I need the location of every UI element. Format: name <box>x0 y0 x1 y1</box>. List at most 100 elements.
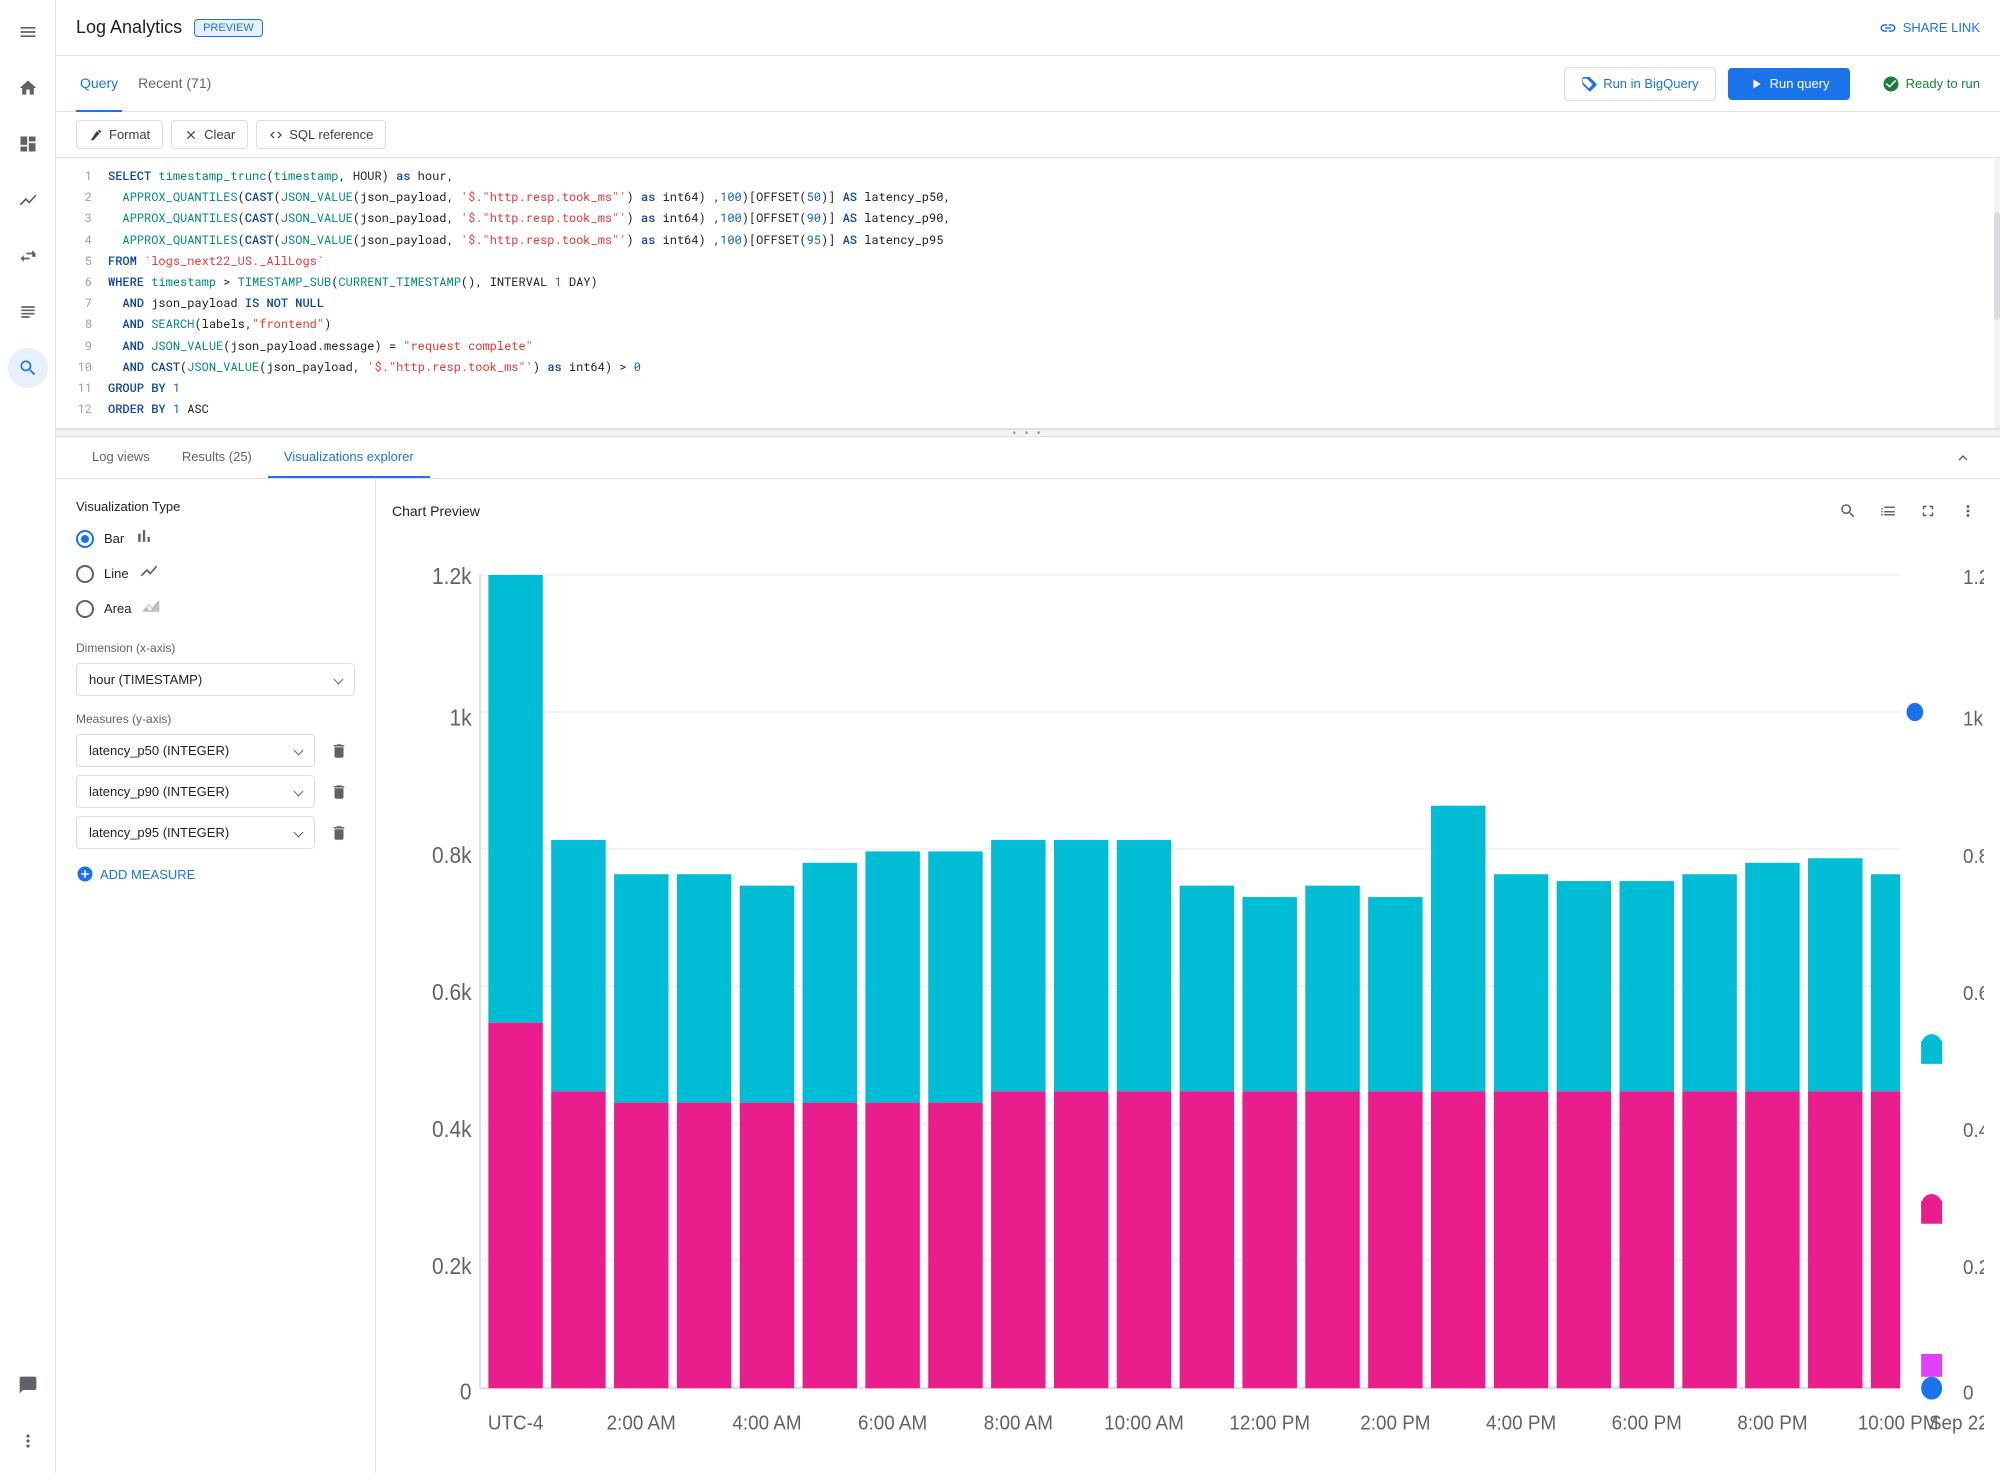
sidebar-icon-logs[interactable] <box>8 292 48 332</box>
bigquery-icon <box>1581 76 1597 92</box>
measure-1-dropdown[interactable]: latency_p90 (INTEGER) <box>76 775 315 808</box>
tab-log-views[interactable]: Log views <box>76 437 166 478</box>
measure-2-chevron-icon <box>294 828 304 838</box>
svg-text:10:00 PM: 10:00 PM <box>1858 1412 1939 1435</box>
format-icon <box>89 128 103 142</box>
radio-line-circle <box>76 565 94 583</box>
svg-text:8:00 AM: 8:00 AM <box>984 1412 1053 1435</box>
query-editor[interactable]: 1 SELECT timestamp_trunc(timestamp, HOUR… <box>56 158 2000 429</box>
panel-tabs: Log views Results (25) Visualizations ex… <box>56 437 2000 479</box>
measure-0-dropdown[interactable]: latency_p50 (INTEGER) <box>76 734 315 767</box>
dimension-chevron-icon <box>334 675 344 685</box>
measure-2-delete-button[interactable] <box>323 817 355 849</box>
svg-text:1k: 1k <box>1963 708 1983 731</box>
bottom-panel: Log views Results (25) Visualizations ex… <box>56 437 2000 1473</box>
viz-type-title: Visualization Type <box>76 499 355 514</box>
svg-text:1k: 1k <box>449 705 471 731</box>
line-chart-icon <box>139 561 159 586</box>
svg-text:12:00 PM: 12:00 PM <box>1229 1412 1310 1435</box>
code-line-7: 7 AND json_payload IS NOT NULL <box>56 293 2000 314</box>
sidebar-icon-settings[interactable] <box>8 1421 48 1461</box>
svg-text:10:00 AM: 10:00 AM <box>1104 1412 1184 1435</box>
radio-area-label: Area <box>104 601 131 616</box>
svg-text:0.4k: 0.4k <box>432 1116 472 1142</box>
measure-1-delete-button[interactable] <box>323 776 355 808</box>
svg-text:UTC-4: UTC-4 <box>488 1412 544 1435</box>
app-title: Log Analytics <box>76 17 182 38</box>
more-options-button[interactable] <box>1952 495 1984 527</box>
svg-text:0: 0 <box>460 1379 472 1405</box>
dimension-dropdown[interactable]: hour (TIMESTAMP) <box>76 663 355 696</box>
zoom-button[interactable] <box>1832 495 1864 527</box>
tab-results[interactable]: Results (25) <box>166 437 268 478</box>
area-chart-icon <box>141 596 161 621</box>
delete-icon <box>330 824 348 842</box>
measure-row-1: latency_p90 (INTEGER) <box>76 775 355 808</box>
panel-expand-button[interactable] <box>1946 437 1980 478</box>
bar-chart-svg: 1.2k 1k 0.8k 0.6k 0.4k 0.2k 0 <box>392 543 1984 1457</box>
delete-icon <box>330 742 348 760</box>
share-link-label: SHARE LINK <box>1903 20 1980 35</box>
header: Log Analytics PREVIEW SHARE LINK <box>56 0 2000 56</box>
radio-bar-circle <box>76 530 94 548</box>
svg-text:1.2k: 1.2k <box>1963 567 1984 590</box>
chart-header: Chart Preview <box>392 495 1984 527</box>
editor-scrollbar[interactable] <box>1994 158 2000 428</box>
clear-button[interactable]: Clear <box>171 120 248 149</box>
radio-area[interactable]: Area <box>76 596 355 621</box>
status-indicator: Ready to run <box>1882 75 1980 93</box>
code-line-2: 2 APPROX_QUANTILES(CAST(JSON_VALUE(json_… <box>56 187 2000 208</box>
run-in-bigquery-button[interactable]: Run in BigQuery <box>1564 67 1715 101</box>
radio-bar-label: Bar <box>104 531 124 546</box>
sidebar-icon-chart[interactable] <box>8 180 48 220</box>
code-line-5: 5 FROM `logs_next22_US._AllLogs` <box>56 251 2000 272</box>
more-vert-icon <box>1959 502 1977 520</box>
zoom-icon <box>1839 502 1857 520</box>
svg-text:0.6k: 0.6k <box>432 979 472 1005</box>
sql-reference-button[interactable]: SQL reference <box>256 120 386 149</box>
preview-badge: PREVIEW <box>194 19 263 37</box>
add-measure-button[interactable]: ADD MEASURE <box>76 857 195 891</box>
legend-button[interactable] <box>1872 495 1904 527</box>
svg-text:0: 0 <box>1963 1382 1974 1405</box>
link-icon <box>1879 19 1897 37</box>
svg-text:Sep 22: Sep 22 <box>1929 1412 1984 1435</box>
sidebar-icon-dashboard[interactable] <box>8 124 48 164</box>
radio-area-circle <box>76 600 94 618</box>
chart-actions <box>1832 495 1984 527</box>
format-button[interactable]: Format <box>76 120 163 149</box>
measure-row-0: latency_p50 (INTEGER) <box>76 734 355 767</box>
fullscreen-button[interactable] <box>1912 495 1944 527</box>
viz-controls: Visualization Type Bar Line <box>56 479 376 1473</box>
status-text: Ready to run <box>1906 76 1980 91</box>
radio-line[interactable]: Line <box>76 561 355 586</box>
sidebar-icon-explore[interactable] <box>8 236 48 276</box>
toolbar: Query Recent (71) Run in BigQuery Run qu… <box>56 56 2000 112</box>
svg-text:0.2k: 0.2k <box>432 1253 472 1279</box>
viz-type-radio-group: Bar Line Area <box>76 526 355 621</box>
tab-recent[interactable]: Recent (71) <box>134 56 215 112</box>
chart-title: Chart Preview <box>392 503 1832 519</box>
sidebar-icon-home[interactable] <box>8 68 48 108</box>
svg-text:1.2k: 1.2k <box>432 564 472 590</box>
share-link-button[interactable]: SHARE LINK <box>1879 19 1980 37</box>
sidebar-icon-query[interactable] <box>8 348 48 388</box>
code-line-11: 11 GROUP BY 1 <box>56 378 2000 399</box>
tab-visualizations[interactable]: Visualizations explorer <box>268 437 430 478</box>
legend-icon <box>1879 502 1897 520</box>
svg-text:4:00 AM: 4:00 AM <box>732 1412 801 1435</box>
svg-text:0.6k: 0.6k <box>1963 982 1984 1005</box>
measure-2-dropdown[interactable]: latency_p95 (INTEGER) <box>76 816 315 849</box>
resize-handle[interactable]: • • • <box>56 429 2000 437</box>
measure-0-chevron-icon <box>294 746 304 756</box>
tab-query[interactable]: Query <box>76 56 122 112</box>
radio-bar[interactable]: Bar <box>76 526 355 551</box>
measure-0-delete-button[interactable] <box>323 735 355 767</box>
fullscreen-icon <box>1919 502 1937 520</box>
sidebar-icon-menu[interactable] <box>8 12 48 52</box>
sidebar <box>0 0 56 1473</box>
editor-scrollbar-thumb[interactable] <box>1994 212 2000 320</box>
sidebar-icon-report[interactable] <box>8 1365 48 1405</box>
run-query-button[interactable]: Run query <box>1728 68 1850 100</box>
chart-container: 1.2k 1k 0.8k 0.6k 0.4k 0.2k 0 <box>392 543 1984 1457</box>
